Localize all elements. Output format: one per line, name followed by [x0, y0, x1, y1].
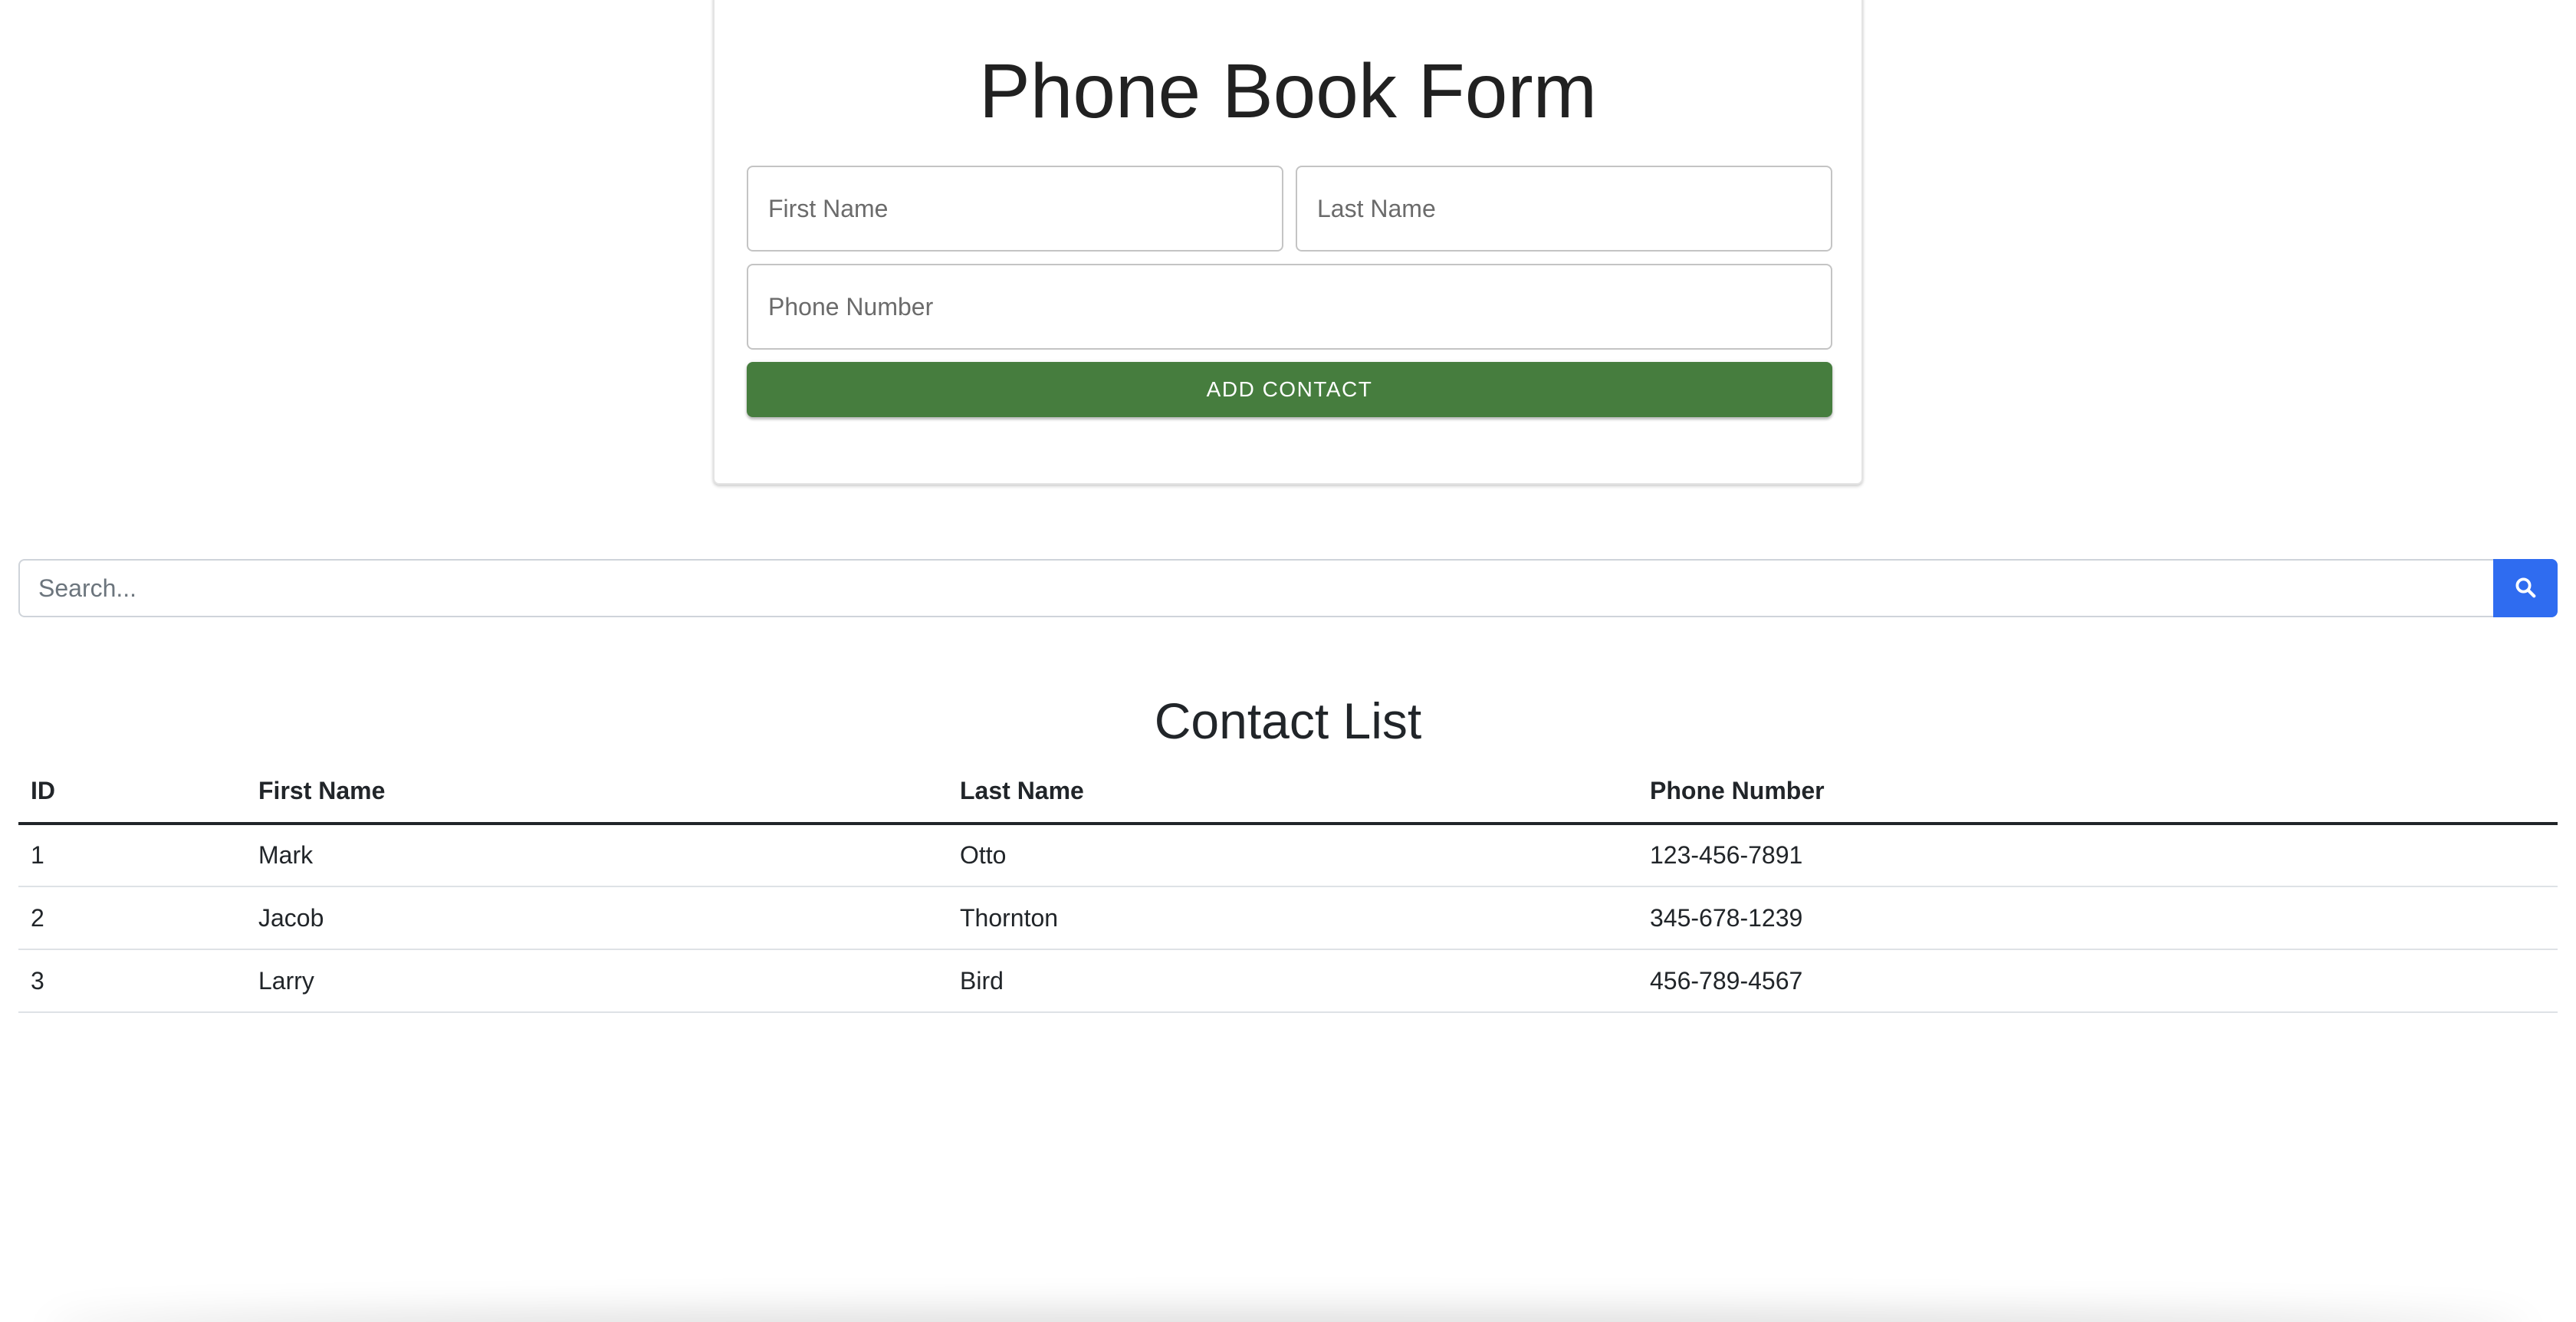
cell-first-name: Larry: [246, 949, 948, 1013]
cell-phone-number: 456-789-4567: [1638, 949, 2558, 1013]
search-button[interactable]: [2493, 559, 2558, 617]
first-name-input[interactable]: [748, 167, 1282, 250]
phone-number-input[interactable]: [748, 265, 1831, 348]
add-contact-button[interactable]: ADD CONTACT: [747, 362, 1832, 417]
contact-table: ID First Name Last Name Phone Number 1 M…: [18, 759, 2558, 1013]
cell-id: 1: [18, 824, 246, 887]
column-header-phone-number: Phone Number: [1638, 759, 2558, 825]
phone-book-form: Phone Book Form ADD CONTACT: [713, 0, 1863, 485]
search-bar: [18, 559, 2558, 617]
table-header-row: ID First Name Last Name Phone Number: [18, 759, 2558, 825]
cell-last-name: Bird: [948, 949, 1638, 1013]
search-input[interactable]: [18, 559, 2493, 617]
column-header-last-name: Last Name: [948, 759, 1638, 825]
contact-list-title: Contact List: [1154, 692, 1422, 749]
cell-phone-number: 123-456-7891: [1638, 824, 2558, 887]
search-icon: [2514, 576, 2537, 601]
cell-id: 2: [18, 886, 246, 950]
table-row: 3 Larry Bird 456-789-4567: [18, 949, 2558, 1013]
column-header-id: ID: [18, 759, 246, 825]
table-row: 1 Mark Otto 123-456-7891: [18, 824, 2558, 887]
cell-last-name: Thornton: [948, 886, 1638, 950]
cell-last-name: Otto: [948, 824, 1638, 887]
phone-number-field[interactable]: [747, 264, 1832, 350]
cell-first-name: Jacob: [246, 886, 948, 950]
cell-phone-number: 345-678-1239: [1638, 886, 2558, 950]
cell-id: 3: [18, 949, 246, 1013]
column-header-first-name: First Name: [246, 759, 948, 825]
last-name-field[interactable]: [1296, 166, 1832, 252]
table-row: 2 Jacob Thornton 345-678-1239: [18, 886, 2558, 950]
form-title: Phone Book Form: [979, 48, 1597, 134]
first-name-field[interactable]: [747, 166, 1283, 252]
last-name-input[interactable]: [1297, 167, 1831, 250]
cell-first-name: Mark: [246, 824, 948, 887]
